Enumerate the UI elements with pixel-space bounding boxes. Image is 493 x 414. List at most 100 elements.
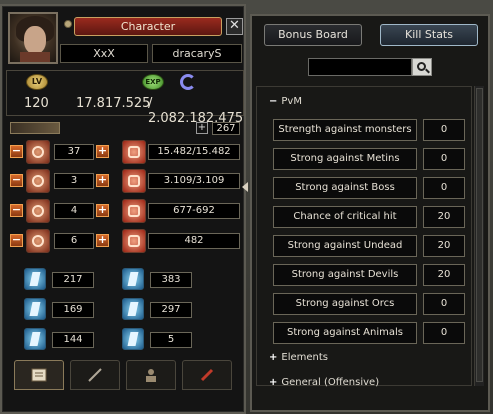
cast-speed-value: 144 [52, 332, 94, 348]
sub-stat-row: 169 297 [24, 298, 224, 322]
str-plus-button[interactable]: + [96, 204, 109, 217]
stat-label: Strong against Orcs [273, 293, 417, 315]
int-points: 3 [54, 173, 94, 189]
vit-minus-button[interactable]: − [10, 145, 23, 158]
stat-label: Chance of critical hit [273, 206, 417, 228]
character-window-title[interactable]: Character [74, 17, 222, 36]
tab-skills[interactable] [70, 360, 120, 390]
defense-icon [122, 229, 146, 253]
defense-value: 482 [148, 233, 240, 249]
stat-value: 0 [423, 293, 465, 315]
level-value: 120 [24, 96, 49, 111]
close-button[interactable]: ✕ [226, 18, 243, 35]
tab-bonus-board[interactable]: Bonus Board [264, 24, 362, 46]
player-name: XxX [60, 44, 148, 63]
stat-row-vit: − 37 + 15.482/15.482 [10, 140, 242, 164]
attack-icon [122, 199, 146, 223]
sword-ruler-icon [10, 122, 60, 134]
str-arm-icon [26, 199, 50, 223]
mana-icon [122, 169, 146, 193]
vertical-scrollbar[interactable] [474, 86, 484, 386]
scroll-icon [31, 368, 47, 382]
scrollbar-thumb[interactable] [476, 88, 483, 382]
stat-label: Strong against Metins [273, 148, 417, 170]
move-speed-value: 383 [150, 272, 192, 288]
character-tabs [6, 360, 244, 394]
portrait-face [24, 26, 46, 54]
dex-minus-button[interactable]: − [10, 234, 23, 247]
list-item: Strength against monsters 0 [273, 119, 469, 141]
sp-value: 3.109/3.109 [148, 173, 240, 189]
attack-speed-icon [24, 268, 46, 290]
sub-stat-row: 144 5 [24, 328, 224, 352]
section-elements[interactable]: + Elements [269, 351, 328, 365]
dex-points: 6 [54, 233, 94, 249]
guild-name: dracaryS [152, 44, 242, 63]
stat-label: Strong against Devils [273, 264, 417, 286]
kill-stats-window: Bonus Board Kill Stats − PvM Strength aga… [250, 14, 490, 412]
stat-value: 0 [423, 148, 465, 170]
int-head-icon [26, 169, 50, 193]
vit-plus-button[interactable]: + [96, 145, 109, 158]
stat-value: 0 [423, 119, 465, 141]
character-window: Character ✕ XxX dracaryS LV EXP 120 17.8… [0, 4, 248, 414]
collapse-arrow-icon[interactable] [242, 182, 248, 192]
attack-speed-value: 217 [52, 272, 94, 288]
stat-value: 20 [423, 235, 465, 257]
list-item: Chance of critical hit 20 [273, 206, 469, 228]
magic-defense-icon [122, 298, 144, 320]
stat-value: 20 [423, 264, 465, 286]
portrait-neck [20, 52, 50, 62]
search-button[interactable] [412, 58, 432, 76]
magic-attack-value: 169 [52, 302, 94, 318]
section-general-offensive[interactable]: + General (Offensive) [269, 376, 379, 390]
stat-label: Strong against Boss [273, 177, 417, 199]
section-general-label: General (Offensive) [281, 377, 380, 388]
evasion-value: 5 [150, 332, 192, 348]
lock-icon[interactable] [64, 20, 72, 28]
int-plus-button[interactable]: + [96, 174, 109, 187]
stat-label: Strength against monsters [273, 119, 417, 141]
vit-points: 37 [54, 144, 94, 160]
list-item: Strong against Devils 20 [273, 264, 469, 286]
section-pvm-label: PvM [281, 96, 302, 107]
list-item: Strong against Metins 0 [273, 148, 469, 170]
dex-speed-icon [26, 229, 50, 253]
heart-icon [122, 140, 146, 164]
section-pvm[interactable]: − PvM [269, 95, 302, 109]
stat-value: 0 [423, 177, 465, 199]
magic-defense-value: 297 [150, 302, 192, 318]
int-minus-button[interactable]: − [10, 174, 23, 187]
tab-kill-stats[interactable]: Kill Stats [380, 24, 478, 46]
expand-icon: + [269, 352, 278, 363]
exp-icon: EXP [142, 74, 164, 90]
tab-quests[interactable] [182, 360, 232, 390]
cast-speed-icon [24, 328, 46, 350]
list-item: Strong against Animals 0 [273, 322, 469, 344]
search-input[interactable] [308, 58, 412, 76]
exp-current: 17.817.525 [76, 96, 151, 111]
expand-icon: + [269, 377, 278, 388]
stat-row-dex: − 6 + 482 [10, 229, 242, 253]
list-item: Strong against Orcs 0 [273, 293, 469, 315]
list-item: Strong against Boss 0 [273, 177, 469, 199]
str-minus-button[interactable]: − [10, 204, 23, 217]
points-plus-button[interactable]: + [196, 122, 208, 134]
section-elements-label: Elements [281, 352, 329, 363]
move-speed-icon [122, 268, 144, 290]
level-icon: LV [26, 74, 48, 90]
stat-label: Strong against Undead [273, 235, 417, 257]
character-portrait [8, 12, 58, 64]
tab-character-info[interactable] [14, 360, 64, 390]
magic-attack-icon [24, 298, 46, 320]
status-points-row: + 267 [10, 122, 240, 136]
dex-plus-button[interactable]: + [96, 234, 109, 247]
evasion-icon [122, 328, 144, 350]
tab-emotions[interactable] [126, 360, 176, 390]
collapse-icon: − [269, 96, 278, 107]
hp-value: 15.482/15.482 [148, 144, 240, 160]
stat-value: 20 [423, 206, 465, 228]
str-points: 4 [54, 203, 94, 219]
sword-icon [88, 368, 102, 382]
status-points-value: 267 [212, 122, 240, 135]
